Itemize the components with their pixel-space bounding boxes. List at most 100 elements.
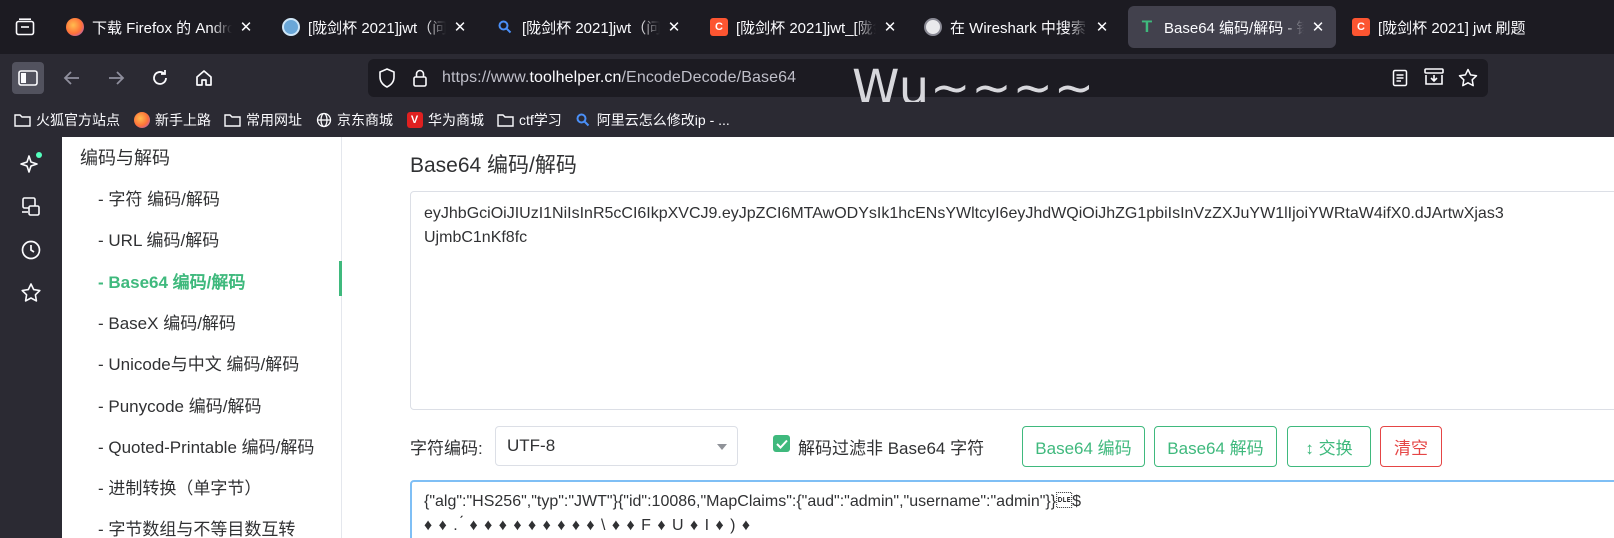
bookmark-item[interactable]: 新手上路 (133, 110, 211, 130)
close-tab-icon[interactable]: ✕ (1094, 18, 1110, 36)
url-text[interactable]: https://www.toolhelper.cn/EncodeDecode/B… (442, 69, 796, 87)
tab-strip: 下载 Firefox 的 Android 版 ✕ [陇剑杯 2021]jwt（问… (0, 0, 1614, 54)
base64-decode-button[interactable]: Base64 解码 (1154, 426, 1277, 467)
history-icon[interactable] (19, 238, 43, 262)
bookmark-star-icon[interactable] (1458, 68, 1478, 92)
sidebar-toggle-button[interactable] (12, 62, 44, 94)
web-page: 编码与解码 - 字符 编码/解码 - URL 编码/解码 - Base64 编码… (62, 137, 1614, 538)
tab-jwt-2[interactable]: [陇剑杯 2021]jwt（问题 ✕ (486, 6, 692, 48)
tab-title: Base64 编码/解码 - 锤子 (1164, 19, 1304, 37)
arrow-left-icon (63, 71, 79, 85)
nav-item-quoted-printable[interactable]: - Quoted-Printable 编码/解码 (98, 433, 314, 458)
close-tab-icon[interactable]: ✕ (238, 18, 254, 36)
save-to-pocket-icon[interactable] (1424, 68, 1444, 91)
tab-title: 下载 Firefox 的 Android 版 (92, 19, 232, 37)
navigation-toolbar: https://www.toolhelper.cn/EncodeDecode/B… (0, 54, 1614, 102)
home-button[interactable] (188, 62, 220, 94)
clear-button[interactable]: 清空 (1380, 426, 1442, 467)
reload-icon (153, 70, 167, 85)
folder-icon (14, 111, 31, 128)
search-icon (496, 18, 514, 36)
bookmark-label: 京东商城 (337, 111, 393, 128)
bookmark-label: 华为商城 (428, 111, 484, 128)
globe-page-icon (282, 18, 300, 36)
nav-item-byte-array[interactable]: - 字节数组与不等目数互转 (98, 515, 295, 538)
avatar-icon (924, 18, 942, 36)
nav-item-radix-convert[interactable]: - 进制转换（单字节） (98, 474, 261, 499)
sidebar-rail (0, 137, 62, 538)
bookmark-label: 阿里云怎么修改ip - ... (596, 111, 730, 128)
csdn-icon: C (710, 18, 728, 36)
forward-button[interactable] (100, 62, 132, 94)
firefox-view-icon (15, 18, 35, 36)
input-text-line: eyJhbGciOiJIUzI1NiIsInR5cCI6IkpXVCJ9.eyJ… (424, 205, 1504, 222)
tab-title: 在 Wireshark 中搜索 Ht (950, 19, 1088, 37)
nav-item-unicode-encode[interactable]: - Unicode与中文 编码/解码 (98, 350, 299, 375)
tab-base64-active[interactable]: T Base64 编码/解码 - 锤子 ✕ (1128, 6, 1336, 48)
base64-encode-button[interactable]: Base64 编码 (1022, 426, 1145, 467)
vmall-icon: V (406, 111, 423, 128)
firefox-view-button[interactable] (10, 12, 40, 42)
tab-title: [陇剑杯 2021] jwt 刷题 (1378, 19, 1526, 37)
bookmark-label: 新手上路 (155, 111, 211, 128)
tool-category-nav: 编码与解码 - 字符 编码/解码 - URL 编码/解码 - Base64 编码… (62, 137, 342, 538)
input-textarea[interactable]: eyJhbGciOiJIUzI1NiIsInR5cCI6IkpXVCJ9.eyJ… (410, 191, 1614, 410)
search-icon (575, 111, 592, 128)
close-tab-icon[interactable]: ✕ (666, 18, 682, 36)
filter-checkbox-label[interactable]: 解码过滤非 Base64 字符 (798, 434, 984, 459)
reload-button[interactable] (144, 62, 176, 94)
shield-icon[interactable] (378, 68, 396, 93)
output-text-line: ♦ ♦ . ́ ♦ ♦ ♦ ♦ ♦ ♦ ♦ ♦ ♦ \ ♦ ♦ F ♦ U ♦ … (424, 517, 752, 534)
bookmarks-star-icon[interactable] (19, 281, 43, 305)
tab-jwt-1[interactable]: [陇剑杯 2021]jwt（问题 ✕ (272, 6, 478, 48)
output-text-line: {"alg":"HS256","typ":"JWT"}{"id":10086,"… (424, 493, 1082, 510)
tool-panel: Base64 编码/解码 eyJhbGciOiJIUzI1NiIsInR5cCI… (410, 137, 1614, 538)
charset-label: 字符编码: (410, 439, 483, 458)
charset-select[interactable]: UTF-8 (495, 426, 738, 466)
bookmark-item[interactable]: ctf学习 (497, 110, 562, 130)
nav-item-base64-encode[interactable]: - Base64 编码/解码 (98, 268, 245, 293)
bookmark-item[interactable]: 常用网址 (224, 110, 302, 130)
swap-button[interactable]: ↕ 交换 (1287, 426, 1371, 467)
arrow-right-icon (109, 71, 125, 85)
input-text-line: UjmbC1nKf8fc (424, 229, 528, 246)
back-button[interactable] (56, 62, 88, 94)
bookmark-item[interactable]: 火狐官方站点 (14, 110, 120, 130)
bookmark-item[interactable]: 京东商城 (315, 110, 393, 130)
bookmark-item[interactable]: 阿里云怎么修改ip - ... (575, 110, 730, 130)
chevron-down-icon (717, 444, 727, 450)
nav-item-url-encode[interactable]: - URL 编码/解码 (98, 226, 219, 251)
tab-jwt-practice[interactable]: C [陇剑杯 2021] jwt 刷题 (1342, 6, 1572, 48)
close-tab-icon[interactable]: ✕ (452, 18, 468, 36)
close-tab-icon[interactable]: ✕ (882, 18, 898, 36)
firefox-icon (66, 18, 84, 36)
tab-firefox-android[interactable]: 下载 Firefox 的 Android 版 ✕ (56, 6, 264, 48)
folder-icon (497, 111, 514, 128)
tab-wireshark[interactable]: 在 Wireshark 中搜索 Ht ✕ (914, 6, 1120, 48)
ai-chatbot-icon[interactable] (19, 152, 43, 176)
close-tab-icon[interactable]: ✕ (1310, 18, 1326, 36)
tab-jwt-csdn[interactable]: C [陇剑杯 2021]jwt_[陇剑杯 ✕ (700, 6, 908, 48)
nav-item-char-encode[interactable]: - 字符 编码/解码 (98, 185, 220, 210)
sidebar-icon (18, 70, 38, 86)
tab-title: [陇剑杯 2021]jwt（问题 (522, 19, 660, 37)
synced-tabs-icon[interactable] (19, 195, 43, 219)
lock-icon[interactable] (412, 68, 428, 93)
output-textarea[interactable]: {"alg":"HS256","typ":"JWT"}{"id":10086,"… (410, 480, 1614, 538)
filter-checkbox[interactable] (773, 435, 790, 452)
nav-item-punycode-encode[interactable]: - Punycode 编码/解码 (98, 392, 261, 417)
csdn-icon: C (1352, 18, 1370, 36)
nav-category-heading[interactable]: 编码与解码 (80, 144, 170, 170)
bookmark-label: 常用网址 (246, 111, 302, 128)
bookmark-item[interactable]: V 华为商城 (406, 110, 484, 130)
tab-title: [陇剑杯 2021]jwt（问题 (308, 19, 446, 37)
folder-icon (224, 111, 241, 128)
active-indicator (339, 261, 342, 296)
charset-value: UTF-8 (507, 436, 556, 455)
globe-icon (315, 111, 332, 128)
toolhelper-icon: T (1141, 17, 1153, 36)
checkmark-icon (775, 439, 788, 449)
nav-item-basex-encode[interactable]: - BaseX 编码/解码 (98, 309, 236, 334)
bookmark-label: ctf学习 (519, 111, 562, 128)
reader-view-icon[interactable] (1392, 69, 1408, 92)
